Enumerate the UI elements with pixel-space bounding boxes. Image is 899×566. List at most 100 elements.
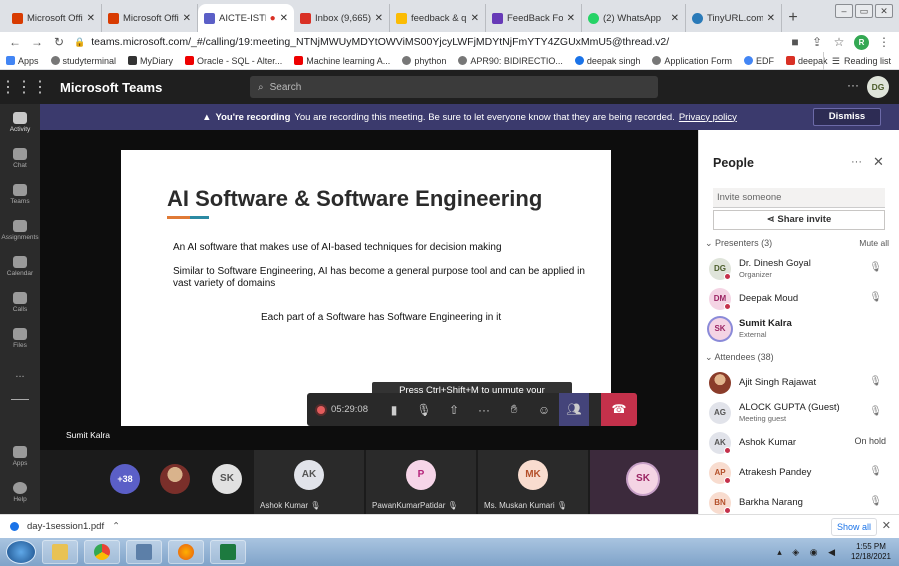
more-actions-icon[interactable]: ··· <box>469 403 499 417</box>
participant-row[interactable]: AK Ashok Kumar On hold <box>709 428 890 458</box>
taskbar-firefox[interactable] <box>168 540 204 564</box>
participant-row[interactable]: AG ALOCK GUPTA (Guest) Meeting guest 🎙︎ <box>709 398 890 428</box>
rail-item-help[interactable]: Help <box>0 474 40 510</box>
show-all-button[interactable]: Show all <box>831 518 877 536</box>
participant-tile[interactable]: AK Ashok Kumar 🎙︎ <box>254 450 364 514</box>
participant-tile[interactable]: +38 <box>98 450 148 514</box>
browser-tab[interactable]: FeedBack Form✕ <box>486 4 582 32</box>
bookmark[interactable]: Oracle - SQL - Alter... <box>185 56 282 66</box>
close-icon[interactable]: ✕ <box>87 13 95 24</box>
recording-dot-icon: ● <box>269 12 276 24</box>
close-icon[interactable]: ✕ <box>671 13 679 24</box>
camera-off-icon[interactable]: ▮ <box>379 403 409 417</box>
taskbar-chrome[interactable] <box>84 540 120 564</box>
download-item[interactable]: day-1session1.pdf <box>27 521 104 532</box>
participant-tile[interactable] <box>148 450 204 514</box>
user-avatar[interactable]: DG <box>867 76 889 98</box>
reading-list-button[interactable]: ☰ Reading list <box>822 52 891 70</box>
url-field[interactable]: 🔒 teams.microsoft.com/_#/calling/19:meeti… <box>74 36 780 48</box>
share-invite-button[interactable]: ⋖ Share invite <box>713 210 885 230</box>
browser-tab[interactable]: Microsoft Office✕ <box>6 4 102 32</box>
participant-tile[interactable]: P PawanKumarPatidar 🎙︎ <box>366 450 476 514</box>
chat-icon[interactable]: ☺ <box>529 403 559 417</box>
bookmark[interactable]: deepak singh <box>574 56 640 66</box>
raise-hand-icon[interactable]: ✋︎ <box>499 402 529 417</box>
app-launcher-icon[interactable]: ⋮⋮⋮ <box>0 77 48 97</box>
bookmark[interactable]: EDF <box>743 56 774 66</box>
attendees-section-header[interactable]: ⌄ Attendees (38) <box>705 352 774 363</box>
rail-item-teams[interactable]: Teams <box>0 176 40 212</box>
share-icon[interactable]: ⇪ <box>810 35 824 49</box>
start-button[interactable] <box>6 540 36 564</box>
browser-tab[interactable]: (2) WhatsApp ✕ <box>582 4 686 32</box>
close-icon[interactable]: ✕ <box>183 13 191 24</box>
more-options-icon[interactable]: ··· <box>847 78 859 92</box>
minimize-button[interactable]: – <box>835 4 853 18</box>
back-icon[interactable]: ← <box>8 35 22 49</box>
bookmark[interactable]: MyDiary <box>128 56 173 66</box>
rail-item-calendar[interactable]: Calendar <box>0 248 40 284</box>
bookmark-apps[interactable]: Apps <box>6 56 39 66</box>
close-icon[interactable]: ✕ <box>882 519 891 532</box>
clock[interactable]: 1:55 PM 12/18/2021 <box>851 542 891 562</box>
close-icon[interactable]: ✕ <box>280 13 288 24</box>
close-icon[interactable]: ✕ <box>767 13 775 24</box>
forward-icon[interactable]: → <box>30 35 44 49</box>
participant-row[interactable]: Ajit Singh Rajawat 🎙︎ <box>709 368 890 398</box>
browser-tab[interactable]: Microsoft Office✕ <box>102 4 198 32</box>
system-tray-icons[interactable]: ▴ ◈ ◉ ◀︎ <box>777 547 839 558</box>
star-icon[interactable]: ☆ <box>832 35 846 49</box>
rail-item-more[interactable]: ... <box>0 356 40 392</box>
close-icon[interactable]: ✕ <box>873 154 884 170</box>
rail-item-activity[interactable]: Activity <box>0 104 40 140</box>
dismiss-button[interactable]: Dismiss <box>813 108 881 126</box>
rail-item-chat[interactable]: Chat <box>0 140 40 176</box>
bookmark[interactable]: Application Form <box>652 56 732 66</box>
people-icon[interactable]: 👥︎ <box>559 393 589 426</box>
reload-icon[interactable]: ↻ <box>52 35 66 49</box>
privacy-policy-link[interactable]: Privacy policy <box>679 112 737 123</box>
browser-tab[interactable]: feedback & quiz✕ <box>390 4 486 32</box>
bookmark[interactable]: studyterminal <box>50 56 116 66</box>
menu-icon[interactable]: ⋮ <box>877 35 891 49</box>
taskbar-app[interactable] <box>126 540 162 564</box>
hang-up-button[interactable]: ☎︎ <box>601 393 637 426</box>
participant-tile[interactable]: SK <box>204 450 252 514</box>
participant-row[interactable]: AP Atrakesh Pandey 🎙︎ <box>709 458 890 488</box>
browser-tab-active[interactable]: AICTE-ISTE●✕ <box>198 4 294 32</box>
participant-row[interactable]: DM Deepak Moud 🎙︎ <box>709 284 890 314</box>
mic-off-icon[interactable]: 🎙︎ <box>409 403 439 417</box>
window-close-button[interactable]: ✕ <box>875 4 893 18</box>
taskbar-excel[interactable] <box>210 540 246 564</box>
profile-avatar[interactable]: R <box>854 34 869 50</box>
participant-row[interactable]: BN Barkha Narang 🎙︎ <box>709 488 890 514</box>
chevron-up-icon[interactable]: ⌃ <box>112 521 120 532</box>
presenters-section-header[interactable]: ⌄ Presenters (3) <box>705 238 772 249</box>
bookmark[interactable]: APR90: BIDIRECTIO... <box>458 56 563 66</box>
participant-row[interactable]: DG Dr. Dinesh Goyal Organizer 🎙︎ <box>709 254 890 284</box>
close-icon[interactable]: ✕ <box>567 13 575 24</box>
rail-item-calls[interactable]: Calls <box>0 284 40 320</box>
camera-icon[interactable]: ■ <box>788 35 802 49</box>
bookmark[interactable]: phython <box>402 56 446 66</box>
bookmark[interactable]: Machine learning A... <box>294 56 390 66</box>
browser-tab[interactable]: TinyURL.com -✕ <box>686 4 782 32</box>
invite-input[interactable]: Invite someone <box>713 188 885 208</box>
rail-item-files[interactable]: Files <box>0 320 40 356</box>
participant-row[interactable]: SK Sumit Kalra External <box>709 314 890 344</box>
new-tab-button[interactable]: + <box>782 4 804 32</box>
search-input[interactable]: ⌕ Search <box>250 76 658 98</box>
mute-all-button[interactable]: Mute all <box>859 238 889 248</box>
maximize-button[interactable]: ▭ <box>855 4 873 18</box>
taskbar-explorer[interactable] <box>42 540 78 564</box>
rail-item-assignments[interactable]: Assignments <box>0 212 40 248</box>
browser-tab[interactable]: Inbox (9,665) -✕ <box>294 4 390 32</box>
rail-item-apps[interactable]: Apps <box>0 438 40 474</box>
close-icon[interactable]: ✕ <box>375 13 383 24</box>
share-screen-icon[interactable]: ⇧ <box>439 403 469 417</box>
more-options-icon[interactable]: ··· <box>851 156 862 168</box>
participant-tile[interactable]: MK Ms. Muskan Kumari 🎙︎ <box>478 450 588 514</box>
bookmark[interactable]: deepak <box>785 56 827 66</box>
close-icon[interactable]: ✕ <box>471 13 479 24</box>
self-tile[interactable]: SK <box>590 450 698 514</box>
